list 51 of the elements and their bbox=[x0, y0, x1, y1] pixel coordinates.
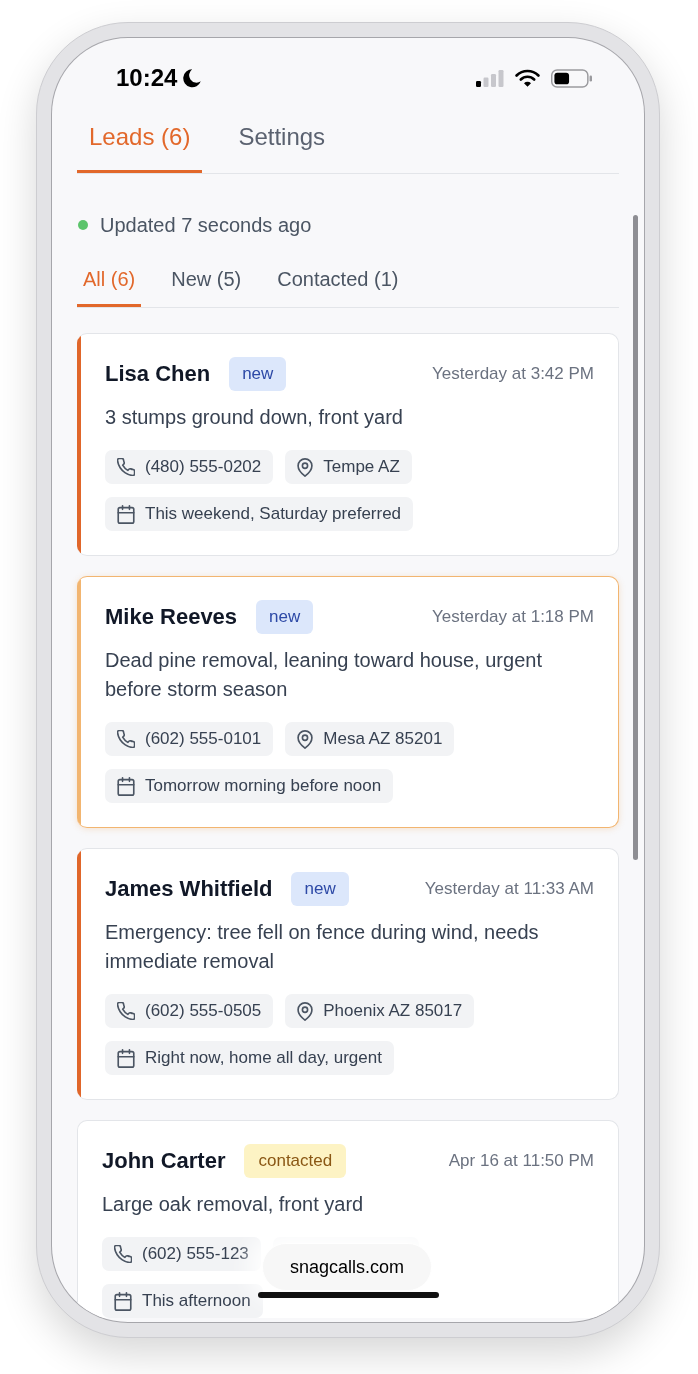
phone-icon bbox=[117, 1002, 135, 1020]
battery-icon bbox=[551, 68, 592, 88]
phone-number: (602) 555-0505 bbox=[145, 1000, 262, 1022]
phone-number: (480) 555-0202 bbox=[145, 456, 262, 478]
address-bar[interactable]: snagcalls.com bbox=[262, 1243, 432, 1291]
map-pin-icon bbox=[297, 1001, 314, 1021]
lead-name: Mike Reeves bbox=[105, 603, 238, 631]
filter-tab[interactable]: New (5) bbox=[165, 265, 248, 307]
timestamp: Apr 16 at 11:50 PM bbox=[448, 1150, 594, 1172]
preferred-time: This weekend, Saturday preferred bbox=[145, 503, 402, 525]
lead-name: Lisa Chen bbox=[105, 360, 211, 388]
lead-description: Dead pine removal, leaning toward house, urgent before storm season bbox=[105, 648, 543, 702]
lead-description: 3 stumps ground down, front yard bbox=[105, 405, 404, 430]
preferred-time: Tomorrow morning before noon bbox=[145, 775, 382, 797]
tab[interactable]: Settings bbox=[226, 118, 338, 173]
lead-card[interactable]: Lisa Chen new Yesterday at 3:42 PM 3 stumps ground down, front yard (480) 555-0202 Tempe AZ This weekend, Saturday preferred bbox=[77, 333, 619, 556]
filter-tab[interactable]: Contacted (1) bbox=[271, 265, 405, 307]
phone-number: (602) 555-0101 bbox=[145, 728, 262, 750]
map-pin-icon bbox=[297, 729, 314, 749]
phone-icon bbox=[117, 730, 135, 748]
lead-description: Large oak removal, front yard bbox=[102, 1192, 365, 1217]
timestamp: Yesterday at 11:33 AM bbox=[424, 878, 594, 900]
sync-status-text: Updated 7 seconds ago bbox=[100, 213, 312, 238]
lead-name: John Carter bbox=[102, 1147, 226, 1175]
timestamp: Yesterday at 3:42 PM bbox=[432, 363, 594, 385]
preferred-time: Right now, home all day, urgent bbox=[145, 1047, 382, 1069]
lead-card[interactable]: Mike Reeves new Yesterday at 1:18 PM Dead pine removal, leaning toward house, urgent before storm season (602) 555-0101 Mesa AZ 85201 Tomorrow morning before noon bbox=[77, 576, 619, 828]
phone-number: (602) 555-123 bbox=[142, 1243, 249, 1265]
calendar-icon bbox=[117, 1048, 135, 1068]
clock-time: 10:24 bbox=[116, 63, 178, 93]
status-badge: new bbox=[256, 600, 314, 634]
location-text: Mesa AZ 85201 bbox=[323, 728, 443, 750]
calendar-icon bbox=[114, 1291, 132, 1311]
wifi-icon bbox=[515, 69, 540, 87]
timestamp: Yesterday at 1:18 PM bbox=[432, 606, 594, 628]
location-text: Tempe AZ bbox=[323, 456, 400, 478]
lead-description: Emergency: tree fell on fence during wind, needs immediate removal bbox=[105, 920, 540, 974]
calendar-icon bbox=[117, 504, 135, 524]
signal-icon bbox=[476, 69, 504, 87]
status-badge: contacted bbox=[244, 1144, 347, 1178]
phone-icon bbox=[114, 1245, 132, 1263]
status-badge: new bbox=[229, 357, 287, 391]
calendar-icon bbox=[117, 776, 135, 796]
scrollbar-thumb[interactable] bbox=[633, 215, 638, 860]
map-pin-icon bbox=[297, 457, 314, 477]
phone-icon bbox=[117, 458, 135, 476]
lead-card[interactable]: James Whitfield new Yesterday at 11:33 AM Emergency: tree fell on fence during wind, needs immediate removal (602) 555-0505 Phoenix AZ 85017 Right now, home all day, urgent bbox=[77, 848, 619, 1100]
lead-name: James Whitfield bbox=[105, 875, 273, 903]
location-text: Phoenix AZ 85017 bbox=[323, 1000, 463, 1022]
status-badge: new bbox=[291, 872, 349, 906]
preferred-time: This afternoon bbox=[142, 1290, 251, 1312]
